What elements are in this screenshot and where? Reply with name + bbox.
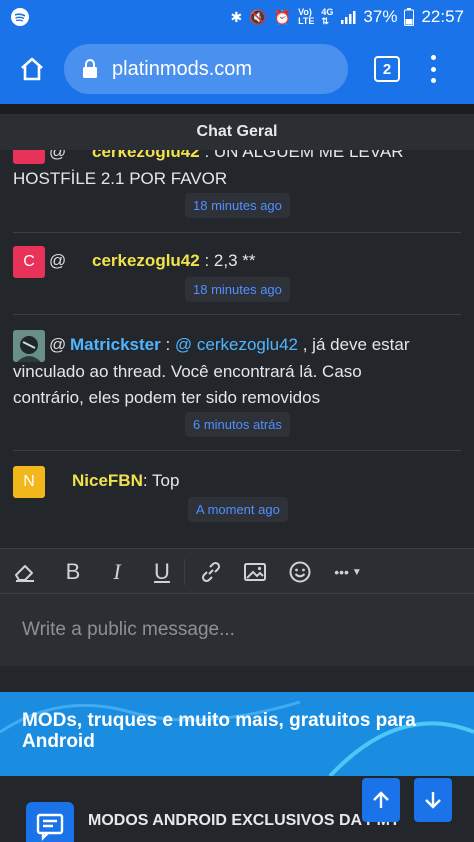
signal-icon xyxy=(341,11,356,24)
footer-section: MODOS ANDROID EXCLUSIVOS DA PMT xyxy=(0,776,474,842)
mention-at: @ xyxy=(49,150,67,161)
underline-button[interactable]: U xyxy=(147,557,177,587)
section-title[interactable]: MODOS ANDROID EXCLUSIVOS DA PMT xyxy=(88,812,400,830)
divider xyxy=(13,450,461,451)
battery-percent: 37% xyxy=(363,7,398,26)
clock: 22:57 xyxy=(421,7,464,26)
message-list[interactable]: @ cerkezoglu42 : UN ALGUEM ME LEVAR HOST… xyxy=(0,150,474,548)
status-bar: ✱ 🔇 ⏰ Vo) LTE 4G ⇅ 37% 22:57 xyxy=(0,0,474,34)
message-body: cerkezoglu42 : 2,3 ** xyxy=(92,251,256,271)
battery-icon xyxy=(404,8,415,26)
promo-text: MODs, truques e muito mais, gratuitos pa… xyxy=(22,710,416,752)
message-text: : Top xyxy=(142,471,180,490)
username[interactable]: Matrickster xyxy=(70,335,161,354)
page-background xyxy=(0,666,474,692)
username[interactable]: NiceFBN xyxy=(72,471,143,490)
volte-indicator: Vo) LTE xyxy=(298,7,315,26)
editor-toolbar: B I U ••• ▼ xyxy=(0,548,474,594)
scroll-up-button[interactable] xyxy=(362,778,400,822)
message-body: Matrickster : @ cerkezoglu42 , já deve e… xyxy=(70,335,410,355)
divider xyxy=(13,232,461,233)
smiley-icon xyxy=(289,561,311,583)
insert-link-button[interactable] xyxy=(196,557,226,587)
mute-icon: 🔇 xyxy=(249,9,267,25)
italic-button[interactable]: I xyxy=(102,557,132,587)
more-dots-icon: ••• xyxy=(334,564,349,580)
message-input[interactable]: Write a public message... xyxy=(0,594,474,666)
message-time: 6 minutos atrás xyxy=(185,412,290,437)
avatar xyxy=(13,150,45,164)
emoji-button[interactable] xyxy=(285,557,315,587)
image-icon xyxy=(244,563,266,581)
avatar[interactable]: C xyxy=(13,246,45,278)
home-button[interactable] xyxy=(14,51,50,87)
message-body: NiceFBN: Top xyxy=(72,471,179,491)
network-indicator: 4G ⇅ xyxy=(321,7,334,26)
arrow-up-icon xyxy=(373,791,389,808)
message-text: : UN ALGUEM ME LEVAR xyxy=(199,150,404,161)
insert-image-button[interactable] xyxy=(240,557,270,587)
spotify-icon xyxy=(11,8,29,26)
message-text: , já deve estar xyxy=(298,335,410,354)
chat-title: Chat Geral xyxy=(0,104,474,150)
url-text: platinmods.com xyxy=(112,57,253,80)
link-icon xyxy=(201,561,221,583)
avatar[interactable] xyxy=(13,330,45,362)
message-time: 18 minutes ago xyxy=(185,193,290,218)
mention-at: @ xyxy=(49,335,67,354)
message-partial-text: cerkezoglu42 : UN ALGUEM ME LEVAR xyxy=(92,150,403,162)
scroll-down-button[interactable] xyxy=(414,778,452,822)
message-text: contrário, eles podem ter sido removidos xyxy=(13,388,321,407)
avatar[interactable]: N xyxy=(13,466,45,498)
browser-toolbar: platinmods.com 2 xyxy=(0,34,474,104)
message-time: A moment ago xyxy=(188,497,288,522)
tab-switcher-button[interactable]: 2 xyxy=(374,56,400,82)
arrow-down-icon xyxy=(425,792,441,809)
more-options-button[interactable]: ••• ▼ xyxy=(328,557,368,587)
mention-link[interactable]: @ cerkezoglu42 xyxy=(175,335,298,354)
separator: : xyxy=(160,335,175,354)
message-time: 18 minutes ago xyxy=(185,277,290,302)
chat-forum-icon xyxy=(26,802,74,842)
username[interactable]: cerkezoglu42 xyxy=(92,251,200,270)
bluetooth-icon: ✱ xyxy=(230,9,243,25)
overflow-menu-button[interactable] xyxy=(428,55,438,83)
eraser-icon xyxy=(15,565,34,582)
message-text: vinculado ao thread. Você encontrará lá.… xyxy=(13,362,362,381)
clear-formatting-button[interactable] xyxy=(10,557,40,587)
home-icon xyxy=(21,57,43,81)
divider xyxy=(13,314,461,315)
promo-banner[interactable]: MODs, truques e muito mais, gratuitos pa… xyxy=(0,692,474,776)
user-avatar-image xyxy=(13,330,45,362)
lock-icon xyxy=(83,59,97,78)
chevron-down-icon: ▼ xyxy=(351,566,362,578)
username[interactable]: cerkezoglu42 xyxy=(92,150,200,161)
alarm-icon: ⏰ xyxy=(273,9,292,25)
message-text: HOSTFİLE 2.1 POR FAVOR xyxy=(13,169,228,188)
mention-at: @ xyxy=(49,251,67,270)
message-text: : 2,3 ** xyxy=(199,251,256,270)
address-bar[interactable]: platinmods.com xyxy=(64,44,348,94)
toolbar-separator xyxy=(184,559,185,585)
bold-button[interactable]: B xyxy=(58,557,88,587)
